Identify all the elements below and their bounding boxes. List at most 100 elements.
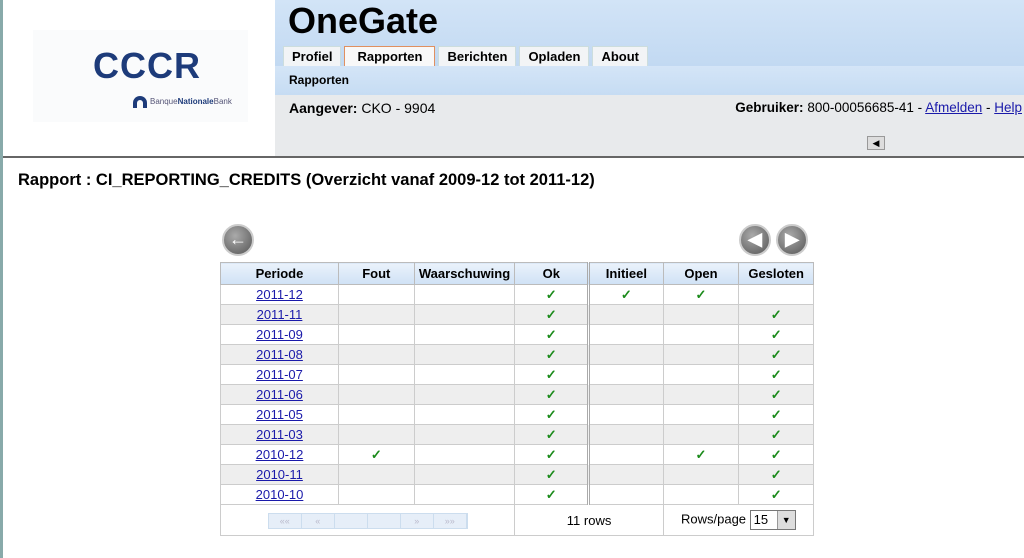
rows-per-page-select[interactable]: 15 ▼ — [749, 510, 796, 530]
tab-opladen[interactable]: Opladen — [519, 46, 590, 66]
nbb-logo: BanqueNationaleBank — [133, 96, 232, 108]
cell-ok: ✓ — [514, 344, 590, 365]
table-row: 2011-03 ✓ ✓ — [220, 424, 814, 445]
tab-rapporten[interactable]: Rapporten — [344, 46, 436, 67]
column-header-ok[interactable]: Ok — [514, 262, 590, 285]
cell-gesloten: ✓ — [738, 344, 814, 365]
check-icon: ✓ — [770, 346, 782, 362]
column-header-waarschuwing[interactable]: Waarschuwing — [413, 262, 516, 285]
tab-about[interactable]: About — [592, 46, 648, 66]
pager-button[interactable]: « — [302, 513, 335, 528]
period-link[interactable]: 2010-11 — [256, 467, 303, 482]
cell-waarschuwing — [413, 344, 516, 365]
cell-gesloten: ✓ — [738, 424, 814, 445]
cell-ok: ✓ — [514, 484, 590, 505]
cell-waarschuwing — [413, 404, 516, 425]
next-icon[interactable]: ▶ — [776, 224, 808, 256]
previous-icon[interactable]: ◀ — [739, 224, 771, 256]
period-link[interactable]: 2011-12 — [256, 287, 303, 302]
check-icon: ✓ — [545, 286, 557, 302]
period-link[interactable]: 2011-03 — [256, 427, 303, 442]
cell-initieel — [587, 404, 664, 425]
check-icon: ✓ — [770, 446, 782, 462]
cell-gesloten: ✓ — [738, 484, 814, 505]
cell-gesloten — [738, 284, 814, 305]
tab-profiel[interactable]: Profiel — [283, 46, 342, 66]
chevron-down-icon[interactable]: ▼ — [776, 511, 795, 529]
cell-initieel — [587, 304, 664, 325]
cell-ok: ✓ — [514, 404, 590, 425]
period-link[interactable]: 2011-08 — [256, 347, 303, 362]
column-header-open[interactable]: Open — [662, 262, 740, 285]
cell-fout — [337, 404, 415, 425]
pager-button[interactable]: «« — [269, 513, 302, 528]
cell-open — [662, 484, 740, 505]
column-header-periode[interactable]: Periode — [220, 262, 339, 285]
check-icon: ✓ — [545, 346, 557, 362]
period-link[interactable]: 2011-09 — [256, 327, 303, 342]
help-link[interactable]: Help — [994, 100, 1022, 115]
cell-initieel: ✓ — [587, 284, 664, 305]
period-link[interactable]: 2011-06 — [256, 387, 303, 402]
check-icon: ✓ — [545, 426, 557, 442]
cell-initieel — [587, 424, 664, 445]
back-arrow-icon[interactable]: ← — [222, 224, 254, 256]
cell-ok: ✓ — [514, 324, 590, 345]
cell-waarschuwing — [413, 424, 516, 445]
check-icon: ✓ — [545, 386, 557, 402]
cell-initieel — [587, 464, 664, 485]
cell-waarschuwing — [413, 304, 516, 325]
table-row: 2010-10 ✓ ✓ — [220, 484, 814, 505]
table-row: 2011-07 ✓ ✓ — [220, 364, 814, 385]
period-link[interactable]: 2011-11 — [257, 307, 303, 322]
table-row: 2011-12 ✓ ✓ ✓ — [220, 284, 814, 305]
check-icon: ✓ — [770, 466, 782, 482]
column-header-gesloten[interactable]: Gesloten — [738, 262, 814, 285]
cell-fout — [337, 424, 415, 445]
table-row: 2011-05 ✓ ✓ — [220, 404, 814, 425]
cell-gesloten: ✓ — [738, 324, 814, 345]
pager-button[interactable]: »» — [434, 513, 467, 528]
logo-text: CCCR — [93, 45, 201, 86]
period-link[interactable]: 2011-05 — [256, 407, 303, 422]
pager-button[interactable] — [368, 513, 401, 528]
column-header-fout[interactable]: Fout — [337, 262, 415, 285]
pager-button[interactable]: » — [401, 513, 434, 528]
period-link[interactable]: 2010-10 — [256, 487, 304, 502]
cell-initieel — [587, 384, 664, 405]
cell-ok: ✓ — [514, 304, 590, 325]
period-link[interactable]: 2010-12 — [256, 447, 304, 462]
subnav-rapporten[interactable]: Rapporten — [275, 66, 1024, 95]
check-icon: ✓ — [545, 366, 557, 382]
logout-link[interactable]: Afmelden — [925, 100, 982, 115]
check-icon: ✓ — [770, 426, 782, 442]
cell-waarschuwing — [413, 384, 516, 405]
table-row: 2011-11 ✓ ✓ — [220, 304, 814, 325]
cell-initieel — [587, 324, 664, 345]
cell-open: ✓ — [662, 444, 740, 465]
cell-waarschuwing — [413, 464, 516, 485]
cell-gesloten: ✓ — [738, 304, 814, 325]
table-row: 2010-12 ✓ ✓ ✓ ✓ — [220, 444, 814, 465]
cell-open — [662, 364, 740, 385]
cell-gesloten: ✓ — [738, 444, 814, 465]
cell-open — [662, 304, 740, 325]
table-row: 2010-11 ✓ ✓ — [220, 464, 814, 485]
cccr-logo: CCCR BanqueNationaleBank — [33, 30, 248, 122]
aangever: Aangever: CKO - 9904 — [289, 100, 436, 116]
check-icon: ✓ — [370, 446, 382, 462]
pager-button[interactable] — [335, 513, 368, 528]
column-header-initieel[interactable]: Initieel — [587, 262, 664, 285]
cell-gesloten: ✓ — [738, 404, 814, 425]
cell-open — [662, 424, 740, 445]
check-icon: ✓ — [770, 406, 782, 422]
back-icon[interactable]: ◀ — [867, 136, 885, 150]
check-icon: ✓ — [545, 466, 557, 482]
period-link[interactable]: 2011-07 — [256, 367, 303, 382]
cell-waarschuwing — [413, 444, 516, 465]
cell-fout — [337, 324, 415, 345]
cell-initieel — [587, 364, 664, 385]
cell-ok: ✓ — [514, 444, 590, 465]
tab-berichten[interactable]: Berichten — [438, 46, 517, 66]
table-row: 2011-06 ✓ ✓ — [220, 384, 814, 405]
